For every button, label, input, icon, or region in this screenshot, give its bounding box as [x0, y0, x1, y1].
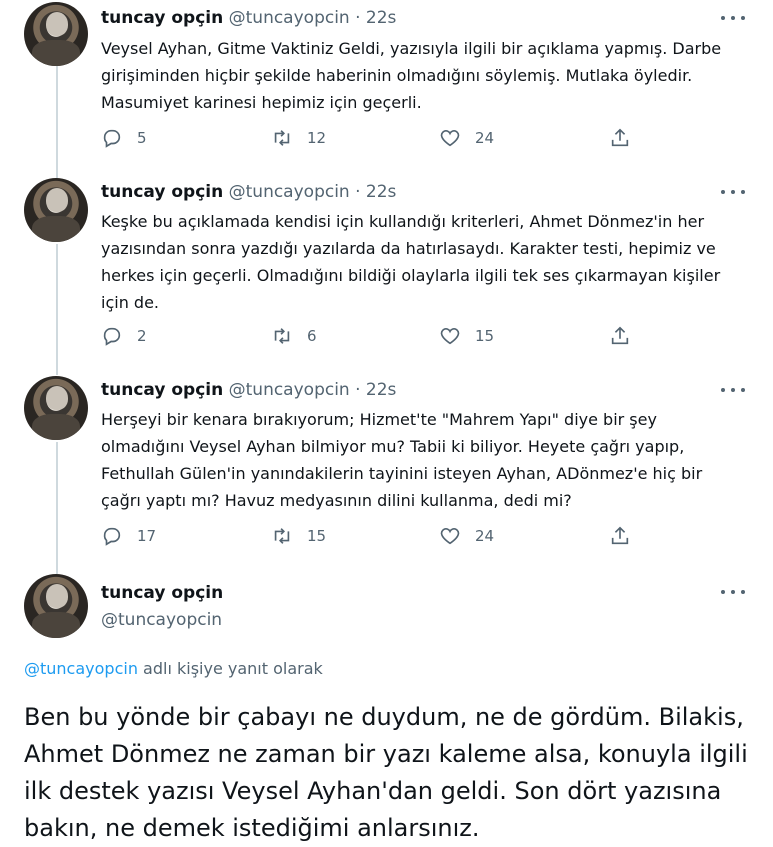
- author-name[interactable]: tuncay opçin: [101, 182, 223, 202]
- tweet-header: tuncay opçin @tuncayopcin · 22s: [101, 181, 396, 203]
- tweet-header: tuncay opçin @tuncayopcin · 22s: [101, 7, 396, 29]
- heart-icon: [440, 528, 460, 545]
- share-button[interactable]: [609, 524, 631, 548]
- tweet-actions: 2 6 15: [101, 324, 641, 348]
- share-button[interactable]: [609, 324, 631, 348]
- author-block: tuncay opçin @tuncayopcin: [101, 582, 223, 631]
- retweet-icon: [274, 130, 290, 146]
- reply-context-label: adlı kişiye yanıt olarak: [137, 659, 323, 678]
- like-count: 24: [475, 129, 495, 147]
- more-dots-icon[interactable]: [721, 588, 745, 596]
- tweet[interactable]: tuncay opçin @tuncayopcin · 22s Veysel A…: [0, 0, 773, 170]
- author-name[interactable]: tuncay opçin: [101, 8, 223, 28]
- tweet-actions: 17 15 24: [101, 524, 641, 548]
- reply-count: 17: [137, 527, 157, 545]
- more-dots-icon[interactable]: [721, 386, 745, 394]
- reply-context: @tuncayopcin adlı kişiye yanıt olarak: [24, 659, 323, 678]
- tweet[interactable]: tuncay opçin @tuncayopcin · 22s Keşke bu…: [0, 176, 773, 372]
- like-button[interactable]: 24: [439, 126, 494, 150]
- share-button[interactable]: [609, 126, 631, 150]
- retweet-button[interactable]: 12: [271, 126, 326, 150]
- author-handle[interactable]: @tuncayopcin: [229, 8, 350, 28]
- heart-icon: [440, 130, 460, 147]
- avatar[interactable]: [24, 178, 88, 242]
- reply-button[interactable]: 5: [101, 126, 147, 150]
- author-handle[interactable]: @tuncayopcin: [101, 609, 223, 631]
- share-icon: [611, 326, 629, 345]
- tweet-text: Herşeyi bir kenara bırakıyorum; Hizmet't…: [101, 410, 703, 510]
- avatar[interactable]: [24, 376, 88, 440]
- tweet-time[interactable]: · 22s: [355, 380, 396, 400]
- retweet-icon: [274, 328, 290, 344]
- tweet-text: Keşke bu açıklamada kendisi için kulland…: [101, 212, 721, 312]
- heart-icon: [440, 328, 460, 345]
- retweet-count: 12: [307, 129, 327, 147]
- reply-count: 5: [137, 129, 147, 147]
- tweet-header: tuncay opçin @tuncayopcin · 22s: [101, 379, 396, 401]
- retweet-count: 6: [307, 327, 317, 345]
- reply-icon: [103, 527, 121, 546]
- tweet-time[interactable]: · 22s: [355, 8, 396, 28]
- share-icon: [611, 526, 629, 545]
- reply-button[interactable]: 17: [101, 524, 156, 548]
- focused-tweet: tuncay opçin @tuncayopcin @tuncayopcin a…: [0, 572, 773, 842]
- like-count: 24: [475, 527, 495, 545]
- avatar[interactable]: [24, 2, 88, 66]
- retweet-count: 15: [307, 527, 327, 545]
- author-handle[interactable]: @tuncayopcin: [229, 380, 350, 400]
- retweet-icon: [274, 528, 290, 544]
- like-count: 15: [475, 327, 495, 345]
- retweet-button[interactable]: 15: [271, 524, 326, 548]
- share-icon: [611, 128, 629, 147]
- like-button[interactable]: 24: [439, 524, 494, 548]
- author-name[interactable]: tuncay opçin: [101, 380, 223, 400]
- reply-icon: [103, 129, 121, 148]
- author-name[interactable]: tuncay opçin: [101, 582, 223, 604]
- tweet[interactable]: tuncay opçin @tuncayopcin · 22s Herşeyi …: [0, 374, 773, 570]
- tweet-actions: 5 12 24: [101, 126, 641, 150]
- author-handle[interactable]: @tuncayopcin: [229, 182, 350, 202]
- more-dots-icon[interactable]: [721, 14, 745, 22]
- retweet-button[interactable]: 6: [271, 324, 317, 348]
- tweet-text: Ben bu yönde bir çabayı ne duydum, ne de…: [24, 703, 748, 842]
- reply-mention-link[interactable]: @tuncayopcin: [24, 659, 138, 678]
- avatar[interactable]: [24, 574, 88, 638]
- more-dots-icon[interactable]: [721, 188, 745, 196]
- reply-button[interactable]: 2: [101, 324, 147, 348]
- reply-icon: [103, 327, 121, 346]
- tweet-time[interactable]: · 22s: [355, 182, 396, 202]
- tweet-text: Veysel Ayhan, Gitme Vaktiniz Geldi, yazı…: [101, 39, 722, 112]
- reply-count: 2: [137, 327, 147, 345]
- like-button[interactable]: 15: [439, 324, 494, 348]
